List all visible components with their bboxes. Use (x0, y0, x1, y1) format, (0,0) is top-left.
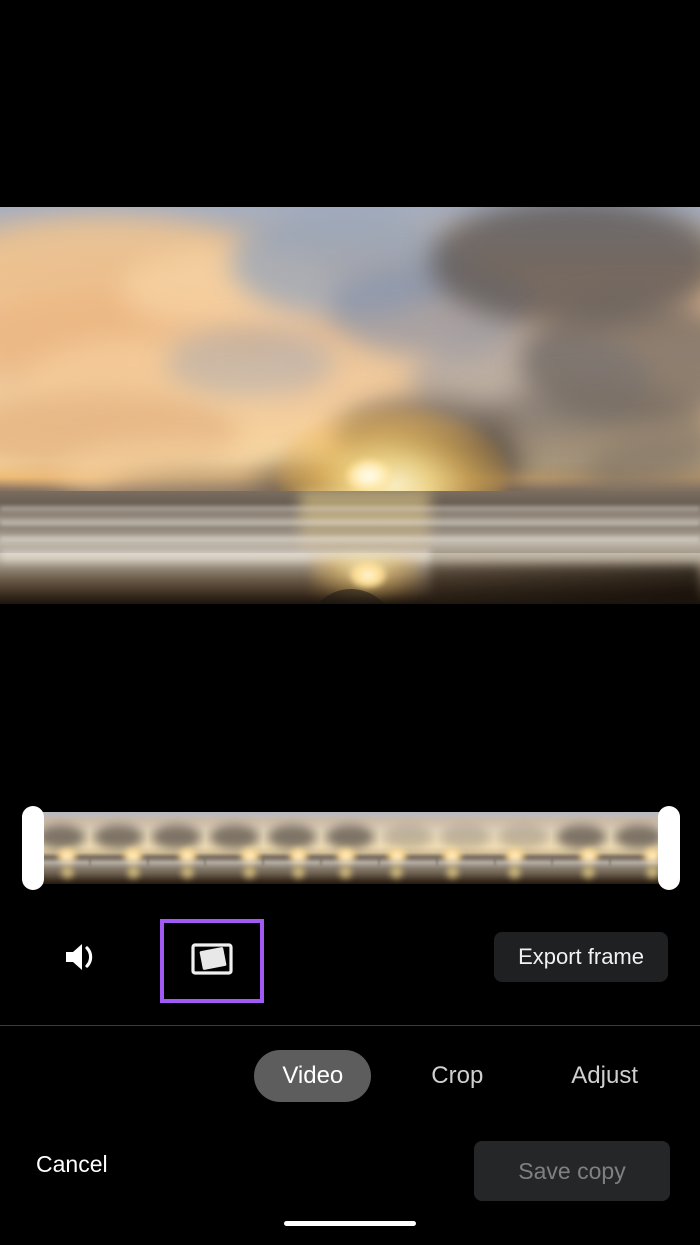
trim-handle-start[interactable] (22, 806, 44, 890)
video-editor-screen: Export frame Video Crop Adjust Cancel Sa… (0, 0, 700, 1245)
wave (0, 537, 700, 544)
filmstrip[interactable] (32, 812, 668, 884)
video-frame[interactable] (0, 207, 700, 604)
filmstrip-thumbnail (89, 812, 148, 884)
filmstrip-thumbnail (552, 812, 611, 884)
wave (0, 521, 700, 527)
tab-video[interactable]: Video (254, 1050, 372, 1102)
sun-core (346, 459, 392, 493)
trim-timeline[interactable] (0, 806, 700, 894)
stabilize-icon (190, 940, 234, 983)
save-copy-button[interactable]: Save copy (474, 1141, 670, 1201)
wave (0, 507, 700, 512)
filmstrip-thumbnail (436, 812, 495, 884)
filmstrip-thumbnail (378, 812, 437, 884)
filmstrip-thumbnail (263, 812, 322, 884)
filmstrip-thumbnail (205, 812, 264, 884)
volume-button[interactable] (56, 933, 108, 985)
video-preview-area (0, 0, 700, 810)
export-frame-button[interactable]: Export frame (494, 932, 668, 982)
tab-adjust[interactable]: Adjust (543, 1050, 666, 1102)
stabilize-button[interactable] (160, 919, 264, 1003)
cloud-cool (165, 327, 335, 397)
sun-reflection-core (350, 562, 386, 588)
home-indicator (284, 1221, 416, 1226)
volume-on-icon (62, 939, 102, 980)
trim-handle-end[interactable] (658, 806, 680, 890)
dark-sand (430, 565, 700, 604)
section-divider (0, 1025, 700, 1026)
action-bar: Cancel Save copy (0, 1135, 700, 1207)
cancel-button[interactable]: Cancel (36, 1151, 108, 1178)
filmstrip-thumbnail (147, 812, 206, 884)
filmstrip-thumbnail (321, 812, 379, 884)
tab-crop[interactable]: Crop (403, 1050, 511, 1102)
editor-tool-row: Export frame (0, 905, 700, 1015)
mode-tab-bar: Video Crop Adjust (0, 1048, 700, 1104)
filmstrip-thumbnail (494, 812, 553, 884)
